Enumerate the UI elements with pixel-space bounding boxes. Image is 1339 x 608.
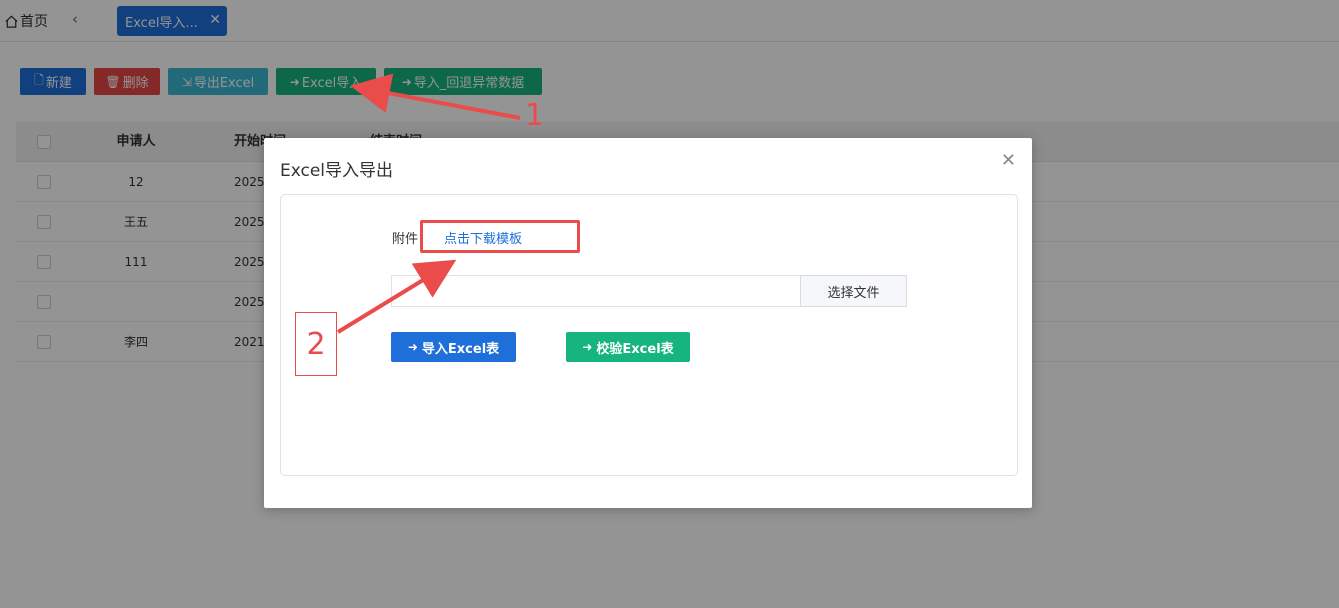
choose-file-button[interactable]: 选择文件 (800, 275, 907, 307)
dialog-panel: 附件： 点击下载模板 选择文件 ➜ 导入Excel表 ➜ 校验Excel表 (280, 194, 1018, 476)
verify-excel-label: 校验Excel表 (596, 341, 674, 357)
close-icon[interactable]: ✕ (1001, 150, 1016, 171)
step-1-label: 1 (525, 98, 545, 133)
download-link-highlight (420, 220, 580, 253)
excel-import-dialog: Excel导入导出 ✕ 附件： 点击下载模板 选择文件 ➜ 导入Excel表 ➜ 校… (264, 138, 1032, 508)
step-2-label: 2 (295, 312, 337, 376)
verify-excel-button[interactable]: ➜ 校验Excel表 (566, 332, 690, 362)
file-path-input[interactable] (391, 275, 801, 307)
import-excel-button[interactable]: ➜ 导入Excel表 (391, 332, 516, 362)
sign-in-icon: ➜ (407, 340, 418, 354)
import-excel-label: 导入Excel表 (421, 341, 500, 357)
dialog-title: Excel导入导出 (280, 161, 394, 181)
sign-in-icon: ➜ (582, 340, 593, 354)
